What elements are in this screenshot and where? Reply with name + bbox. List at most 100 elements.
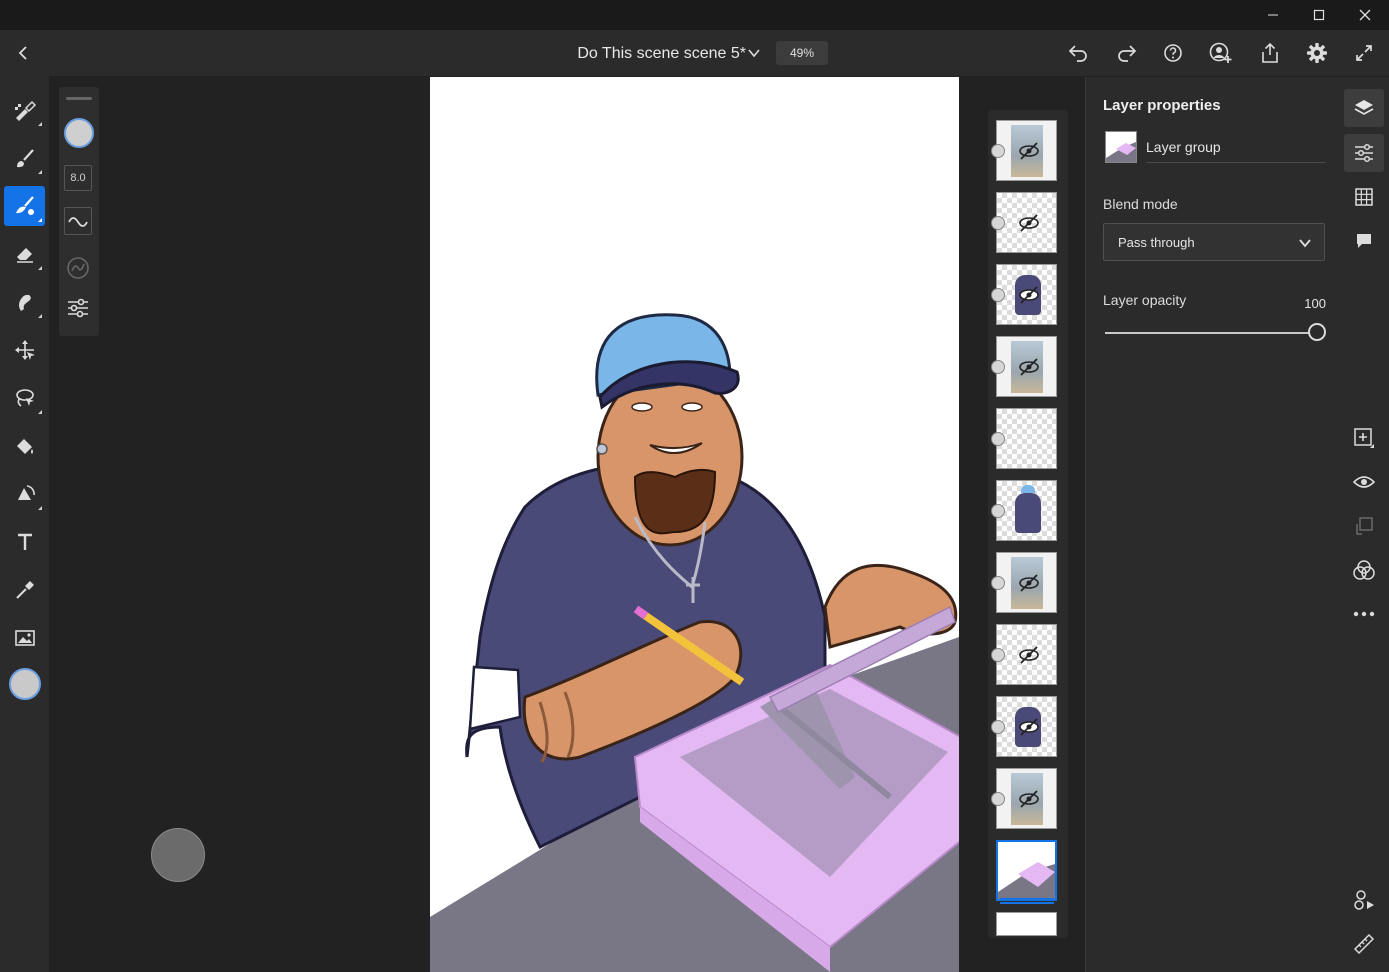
grid-icon <box>1355 188 1373 206</box>
minimize-button[interactable] <box>1250 0 1296 30</box>
text-icon <box>17 533 32 550</box>
eyedropper-tool[interactable] <box>4 570 45 610</box>
layer-thumbnail[interactable] <box>996 768 1057 829</box>
hidden-eye-icon <box>1019 214 1039 232</box>
shapes-play-icon <box>1354 890 1374 910</box>
hidden-eye-icon <box>1019 718 1039 736</box>
panel-drag-handle[interactable] <box>66 97 92 100</box>
undo-icon <box>1068 45 1087 62</box>
maximize-button[interactable] <box>1296 0 1342 30</box>
document-menu-button[interactable] <box>738 37 770 69</box>
eraser-tool[interactable] <box>4 234 45 274</box>
layer-thumbnail[interactable] <box>996 624 1057 685</box>
blend-mode-dropdown[interactable]: Pass through <box>1103 223 1325 261</box>
pixel-layer-badge <box>991 288 1005 302</box>
fullscreen-button[interactable] <box>1348 37 1380 69</box>
layer-group-thumbnail[interactable] <box>996 840 1057 901</box>
layers-panel-button[interactable] <box>1344 89 1384 127</box>
back-button[interactable] <box>8 37 40 69</box>
smudge-tool[interactable] <box>4 282 45 322</box>
more-icon <box>1353 611 1375 617</box>
layer-properties-panel: Layer properties Layer group Blend mode … <box>1085 77 1341 972</box>
maximize-icon <box>1313 9 1325 21</box>
invite-icon <box>1209 42 1232 63</box>
grid-panel-button[interactable] <box>1344 178 1384 216</box>
clip-mask-button[interactable] <box>1344 507 1384 545</box>
opacity-slider-handle[interactable] <box>1308 323 1326 341</box>
layer-thumbnail[interactable] <box>996 120 1057 181</box>
layer-thumbnail[interactable] <box>996 408 1057 469</box>
help-button[interactable] <box>1157 37 1189 69</box>
adjust-icon <box>1355 143 1373 163</box>
image-layer-badge <box>991 792 1005 806</box>
move-tool[interactable] <box>4 330 45 370</box>
invite-button[interactable] <box>1205 37 1237 69</box>
layer-thumbnail[interactable] <box>996 336 1057 397</box>
ruler-button[interactable] <box>1344 925 1384 963</box>
paint-brush-icon <box>16 149 34 168</box>
layer-thumbnail[interactable] <box>996 912 1057 936</box>
touch-modifier-button[interactable] <box>151 828 205 882</box>
clip-icon <box>1356 517 1373 535</box>
pixel-brush-tool[interactable] <box>4 90 45 130</box>
gear-icon <box>1307 43 1327 63</box>
layer-name[interactable]: Layer group <box>1146 139 1221 155</box>
place-image-tool[interactable] <box>4 618 45 658</box>
zoom-level[interactable]: 49% <box>776 41 828 65</box>
wave-icon <box>68 217 88 227</box>
brush-options-button[interactable] <box>66 297 90 324</box>
undo-button[interactable] <box>1063 37 1095 69</box>
layer-thumbnail[interactable] <box>996 696 1057 757</box>
layer-thumbnail[interactable] <box>996 480 1057 541</box>
hidden-eye-icon <box>1019 286 1039 304</box>
help-icon <box>1164 44 1182 62</box>
smoothing-button[interactable] <box>64 207 92 235</box>
smudge-icon <box>18 294 31 311</box>
properties-panel-button[interactable] <box>1344 134 1384 172</box>
vector-layer-badge <box>991 432 1005 446</box>
drawing-canvas[interactable] <box>430 77 959 972</box>
image-icon <box>14 630 35 646</box>
layer-preview <box>1015 493 1041 533</box>
sliders-icon <box>68 298 88 318</box>
blend-button[interactable] <box>1344 551 1384 589</box>
share-button[interactable] <box>1254 37 1286 69</box>
visibility-button[interactable] <box>1344 463 1384 501</box>
layer-thumbnail[interactable] <box>996 264 1057 325</box>
opacity-label: Layer opacity <box>1103 292 1187 308</box>
transform-tool[interactable] <box>4 474 45 514</box>
document-title[interactable]: Do This scene scene 5* <box>520 42 746 66</box>
vector-brush-tool[interactable] <box>4 186 45 226</box>
back-icon <box>18 46 27 60</box>
blend-mode-label: Blend mode <box>1103 196 1178 212</box>
opacity-value[interactable]: 100 <box>1286 296 1326 311</box>
brush-size-field[interactable]: 8.0 <box>64 165 92 191</box>
color-picker-swatch[interactable] <box>4 664 45 704</box>
layer-thumbnail[interactable] <box>996 192 1057 253</box>
live-brush-tool[interactable] <box>4 138 45 178</box>
layer-preview <box>998 842 1055 899</box>
blend-mode-value: Pass through <box>1118 235 1195 250</box>
lasso-tool[interactable] <box>4 378 45 418</box>
layer-thumbnail[interactable] <box>996 552 1057 613</box>
opacity-slider-track[interactable] <box>1105 332 1317 334</box>
brush-color-icon <box>64 118 94 148</box>
pressure-button[interactable] <box>65 255 91 286</box>
close-button[interactable] <box>1342 0 1388 30</box>
add-layer-button[interactable] <box>1344 419 1384 457</box>
brush-color-button[interactable] <box>63 117 95 154</box>
brush-settings-panel: 8.0 <box>59 87 99 336</box>
livestream-button[interactable] <box>1344 881 1384 919</box>
settings-button[interactable] <box>1301 37 1333 69</box>
fill-tool[interactable] <box>4 426 45 466</box>
minimize-icon <box>1268 14 1278 16</box>
hidden-eye-icon <box>1019 142 1039 160</box>
paint-bucket-icon <box>16 439 33 454</box>
window-titlebar <box>0 0 1389 30</box>
vector-layer-badge <box>991 648 1005 662</box>
type-tool[interactable] <box>4 522 45 562</box>
redo-icon <box>1118 45 1137 62</box>
redo-button[interactable] <box>1110 37 1142 69</box>
comments-panel-button[interactable] <box>1344 222 1384 260</box>
more-options-button[interactable] <box>1344 595 1384 633</box>
